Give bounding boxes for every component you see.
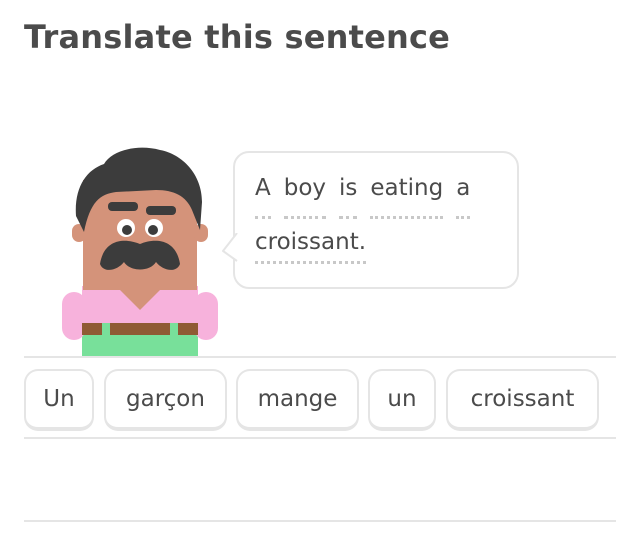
prompt-word[interactable]: a bbox=[456, 175, 471, 219]
word-tile-croissant[interactable]: croissant bbox=[446, 369, 599, 431]
character-illustration bbox=[56, 140, 226, 360]
answer-line-middle bbox=[24, 437, 616, 439]
word-tile-garcon[interactable]: garçon bbox=[104, 369, 227, 431]
prompt-word[interactable]: is bbox=[339, 175, 358, 219]
speech-bubble: A boy is eating a croissant. bbox=[222, 151, 519, 289]
prompt-sentence: A boy is eating a croissant. bbox=[255, 175, 503, 264]
prompt-word[interactable]: boy bbox=[283, 175, 327, 219]
word-tile-un-capital[interactable]: Un bbox=[24, 369, 94, 431]
answer-line-top bbox=[24, 356, 616, 358]
speech-bubble-tail bbox=[222, 233, 238, 262]
prompt-word[interactable]: A bbox=[255, 175, 271, 219]
word-tile-un[interactable]: un bbox=[368, 369, 436, 431]
page-title: Translate this sentence bbox=[24, 18, 451, 56]
word-tile-mange[interactable]: mange bbox=[236, 369, 359, 431]
answer-line-bottom bbox=[24, 520, 616, 522]
prompt-word[interactable]: eating bbox=[370, 175, 444, 219]
prompt-word[interactable]: croissant. bbox=[255, 229, 367, 264]
